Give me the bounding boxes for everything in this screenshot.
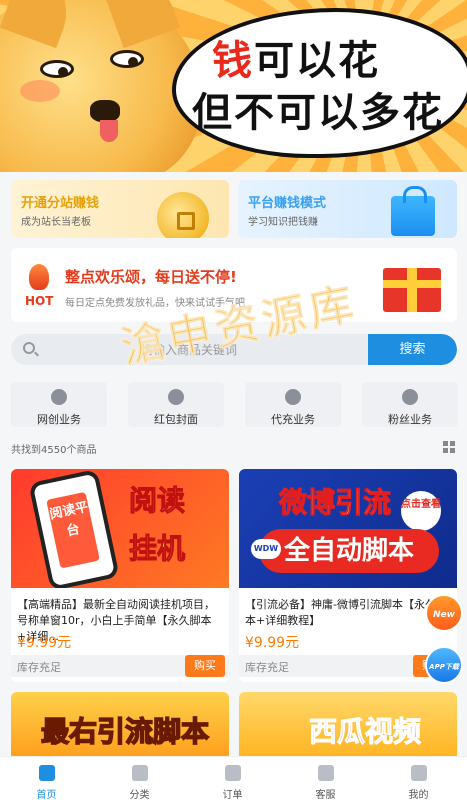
promo-subtitle: 成为站长当老板 [21,217,91,228]
globe-icon [51,389,67,405]
hot-subtitle: 每日定点免费发放礼品，快来试试手气吧 [65,298,245,309]
dog-blush [20,80,60,102]
category-fans[interactable]: 粉丝业务 [362,382,458,427]
product-price: ¥9.99元 [17,635,72,651]
stock-status: 库存充足 [245,661,289,674]
product-card[interactable]: 阅读平台 阅读 挂机 【高端精品】最新全自动阅读挂机项目，号称单窗10r，小白上… [11,469,229,682]
search-input[interactable] [141,334,361,365]
thumb-badge: 点击查看 [401,491,441,531]
category-label: 网创业务 [37,413,81,426]
profile-icon [410,765,427,781]
dog-ear [0,0,81,49]
nav-orders[interactable]: 订单 [186,757,279,800]
thumb-text-line1: 阅读 [128,484,186,518]
promo-open-substation[interactable]: 开通分站赚钱 成为站长当老板 [11,180,229,238]
top-banner[interactable]: 钱可以花 但不可以多花 [0,0,467,172]
nav-category[interactable]: 分类 [93,757,186,800]
product-card[interactable]: 微博引流 点击查看 WDW 全自动脚本 【引流必备】神庸-微博引流脚本【永久脚本… [239,469,457,682]
product-title[interactable]: 【引流必备】神庸-微博引流脚本【永久脚本+详细教程】 [245,597,453,629]
nav-label: 分类 [129,790,150,800]
stock-row: 库存充足 购买 [11,655,229,677]
banner-line1-red: 钱 [212,38,254,84]
search-icon [23,342,35,354]
flame-icon [29,264,49,290]
category-web-business[interactable]: 网创业务 [11,382,107,427]
thumb-text-line2: 挂机 [128,532,186,566]
product-thumbnail[interactable]: 微博引流 点击查看 WDW 全自动脚本 [239,469,457,588]
stock-status: 库存充足 [17,661,61,674]
category-label: 代充业务 [271,413,315,426]
dog-ear [99,0,181,49]
thumb-tag: WDW [251,539,281,559]
gift-icon [383,268,441,312]
nav-label: 客服 [315,790,336,800]
dog-eye [110,50,144,68]
hot-label: HOT [25,294,54,308]
coin-icon [157,192,209,238]
nav-home[interactable]: 首页 [0,757,93,800]
thumb-text: 西瓜视频 [308,715,422,749]
category-recharge[interactable]: 代充业务 [245,382,341,427]
category-label: 粉丝业务 [388,413,432,426]
product-card-partial[interactable]: 最右引流脚本 [11,692,229,762]
new-float-button[interactable]: New [425,594,463,632]
search-button[interactable]: 搜索 [368,334,457,365]
result-count: 共找到4550个商品 [11,445,97,456]
bottom-nav: 首页 分类 订单 客服 我的 [0,756,467,800]
promo-subtitle: 学习知识把钱赚 [248,217,318,228]
dog-eye [40,60,74,78]
app-download-button[interactable]: APP下载 [425,646,463,684]
promo-platform-model[interactable]: 平台赚钱模式 学习知识把钱赚 [238,180,457,238]
promo-title: 平台赚钱模式 [248,196,327,211]
dog-pupil [58,67,68,77]
hot-event-banner[interactable]: HOT 整点欢乐颂，每日送不停! 每日定点免费发放礼品，快来试试手气吧 [11,248,457,322]
search-bar: 搜索 [11,334,457,365]
category-red-envelope[interactable]: 红包封面 [128,382,224,427]
thumb-text: 最右引流脚本 [40,714,210,749]
nav-profile[interactable]: 我的 [372,757,465,800]
grid-view-icon[interactable] [443,441,455,453]
hot-title: 整点欢乐颂，每日送不停! [65,268,237,286]
crown-icon [285,389,301,405]
nav-label: 订单 [222,790,243,800]
thumb-text-line2: 全自动脚本 [259,529,439,573]
nav-label: 我的 [408,790,429,800]
new-label: New [433,610,455,620]
home-icon [38,765,55,781]
dog-pupil [128,57,138,67]
nav-service[interactable]: 客服 [279,757,372,800]
headset-icon [317,765,334,781]
phone-text: 阅读平台 [46,491,100,569]
promo-title: 开通分站赚钱 [21,196,100,211]
order-icon [224,765,241,781]
banner-line1: 钱可以花 [212,28,380,86]
tag-icon [168,389,184,405]
grid-icon [131,765,148,781]
product-card-partial[interactable]: 西瓜视频 [239,692,457,762]
buy-button[interactable]: 购买 [185,655,225,677]
banner-line1-rest: 可以花 [254,38,380,84]
banner-line2: 但不可以多花 [192,90,444,136]
product-price: ¥9.99元 [245,635,300,651]
product-thumbnail[interactable]: 阅读平台 阅读 挂机 [11,469,229,588]
dog-nose [90,100,120,122]
thumb-text-line1: 微博引流 [278,486,392,520]
phone-illustration: 阅读平台 [28,469,120,588]
dog-illustration [0,0,200,172]
app-download-label: APP下载 [429,663,459,671]
shopping-bag-icon [391,186,435,236]
dog-tongue [100,120,118,142]
user-icon [402,389,418,405]
category-label: 红包封面 [154,413,198,426]
nav-label: 首页 [36,790,57,800]
